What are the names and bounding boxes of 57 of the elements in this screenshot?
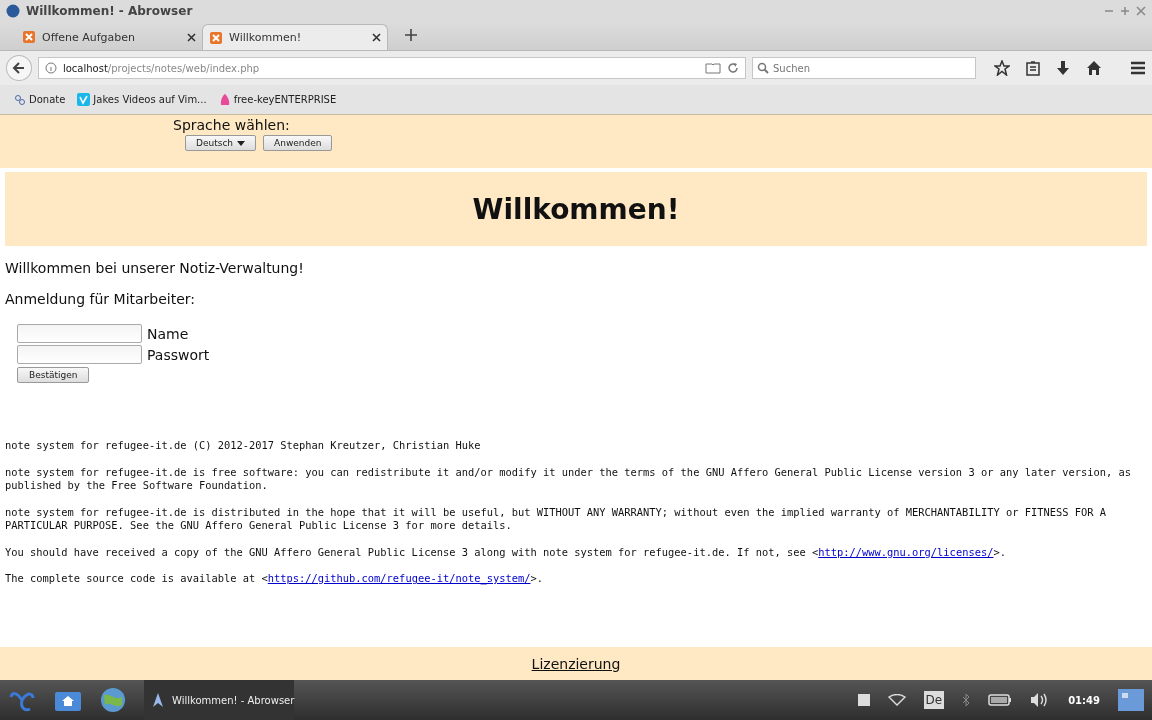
dropdown-caret-icon — [237, 140, 246, 146]
welcome-heading: Willkommen! — [5, 172, 1147, 246]
wifi-icon[interactable] — [887, 694, 906, 706]
intro-text: Willkommen bei unserer Notiz-Verwaltung! — [5, 260, 305, 276]
language-dropdown[interactable]: Deutsch — [185, 135, 257, 151]
apply-button[interactable]: Anwenden — [263, 135, 333, 151]
home-icon[interactable] — [1086, 60, 1102, 76]
field-label: Passwort — [147, 346, 210, 363]
battery-icon[interactable] — [988, 694, 1013, 706]
taskbar-window-button[interactable]: Willkommen! - Abrowser — [144, 680, 294, 720]
browser-logo-icon — [152, 692, 164, 708]
browser-tab[interactable]: Willkommen! — [202, 24, 388, 50]
square-icon[interactable] — [857, 694, 870, 706]
bookmark-star-icon[interactable] — [994, 60, 1010, 76]
language-label: Sprache wählen: — [173, 117, 291, 133]
knot-icon — [14, 93, 26, 106]
info-icon — [44, 62, 57, 74]
license-paragraph: You should have received a copy of the GNU Affero General Public License 3 along with note system for refugee-it.de. If not, see <http://www.gnu.org/licenses/>. — [5, 545, 1007, 559]
keyboard-layout-indicator[interactable]: De — [923, 691, 945, 709]
reload-icon[interactable] — [727, 62, 739, 74]
bookmark-item[interactable]: Jakes Videos auf Vim... — [77, 93, 207, 106]
reader-view-icon[interactable] — [705, 62, 721, 74]
window-title: Willkommen! - Abrowser — [26, 4, 193, 18]
license-paragraph: note system for refugee-it.de is free software: you can redistribute it and/or modify it under the terms of the GNU Affero General Public License version 3 or any later version, as published by the Free Software Foundation. — [5, 465, 1133, 493]
close-icon[interactable] — [187, 32, 196, 42]
submit-button[interactable]: Bestätigen — [17, 367, 90, 383]
close-icon[interactable] — [372, 33, 381, 42]
search-icon — [757, 62, 769, 74]
license-link[interactable]: http://www.gnu.org/licenses/ — [818, 545, 994, 558]
license-paragraph: The complete source code is available at <https://github.com/refugee-it/note_system/>. — [5, 572, 544, 586]
license-link[interactable]: https://github.com/refugee-it/note_system/ — [267, 572, 531, 584]
back-arrow-icon — [11, 61, 26, 75]
bookmark-item[interactable]: Donate — [14, 93, 66, 106]
name-field[interactable] — [17, 324, 142, 343]
address-bar[interactable]: localhost/projects/notes/web/index.php — [37, 57, 746, 79]
licensing-link[interactable]: Lizenzierung — [531, 655, 621, 672]
menu-icon[interactable] — [1130, 61, 1146, 75]
video-logo-icon — [77, 93, 91, 106]
url-text: localhost/projects/notes/web/index.php — [62, 62, 260, 74]
back-button[interactable] — [6, 55, 32, 81]
bookmark-item[interactable]: free-keyENTERPRISE — [218, 93, 337, 106]
download-icon[interactable] — [1056, 60, 1070, 76]
bluetooth-icon[interactable] — [962, 693, 971, 707]
search-field[interactable]: Suchen — [752, 57, 976, 79]
clock: 01:49 — [1068, 694, 1100, 706]
browser-tab[interactable]: Offene Aufgaben — [16, 24, 202, 50]
clipboard-icon[interactable] — [1026, 60, 1040, 76]
field-label: Name — [147, 325, 189, 342]
password-field[interactable] — [17, 345, 142, 364]
browser-logo-icon — [6, 4, 20, 18]
tab-favicon-icon — [209, 30, 223, 45]
globe-icon[interactable] — [100, 687, 126, 713]
license-paragraph: note system for refugee-it.de (C) 2012-2017 Stephan Kreutzer, Christian Huke — [5, 439, 482, 453]
tab-favicon-icon — [22, 30, 36, 44]
login-heading: Anmeldung für Mitarbeiter: — [5, 291, 197, 307]
figure-icon — [218, 93, 231, 106]
license-paragraph: note system for refugee-it.de is distributed in the hope that it will be useful, but WITHOUT ANY WARRANTY; without even the implied warranty of MERCHANTABILITY or FITNESS FOR A PARTICULAR PURPOSE. See the GNU Affero General Public License 3 for more details. — [5, 505, 1107, 533]
